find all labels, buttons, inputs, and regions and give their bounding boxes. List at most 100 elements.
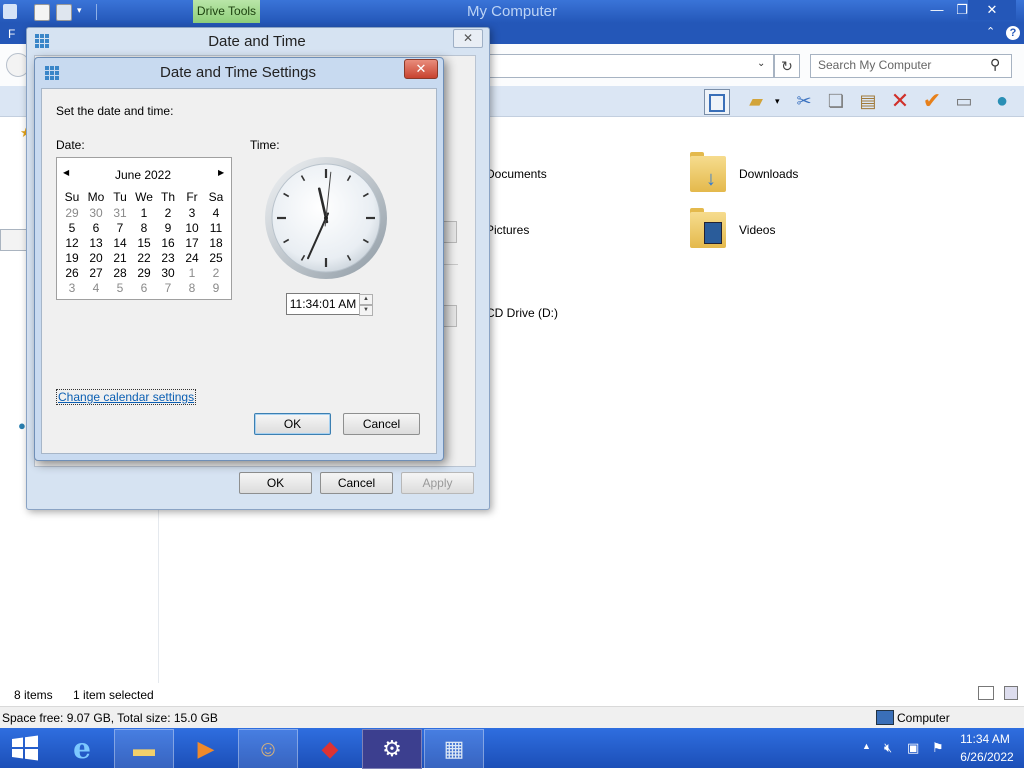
calendar-day[interactable]: 5 [108,281,132,295]
calendar-day[interactable]: 7 [108,221,132,235]
calendar-day[interactable]: 6 [84,221,108,235]
rename-icon[interactable]: ▭ [952,89,976,113]
new-folder-icon[interactable] [56,4,72,21]
network-tray-icon[interactable]: ▣ [907,740,919,756]
paste-icon[interactable]: ▤ [856,89,880,113]
downloads-item[interactable]: Downloads [739,167,798,181]
calendar-day[interactable]: 30 [84,206,108,220]
properties-icon[interactable] [34,4,50,21]
calendar-day[interactable]: 9 [156,221,180,235]
calendar-day[interactable]: 22 [132,251,156,265]
system-menu-icon[interactable] [3,4,17,19]
calendar-day[interactable]: 1 [132,206,156,220]
help-icon[interactable]: ? [1006,26,1020,40]
time-input[interactable]: 11:34:01 AM [286,293,360,315]
calendar-day[interactable]: 31 [108,206,132,220]
calendar-day[interactable]: 3 [180,206,204,220]
change-calendar-settings-link[interactable]: Change calendar settings [56,389,197,405]
settings-gear-icon[interactable]: ⚙ [362,729,422,769]
address-bar[interactable] [480,54,774,78]
date-time-apply-button[interactable]: Apply [401,472,474,494]
settings-cancel-button[interactable]: Cancel [343,413,420,435]
action-center-icon[interactable]: ⚑ [932,740,944,756]
chevron-up-icon[interactable]: ⌃ [986,25,995,38]
preview-pane-icon[interactable] [704,89,730,115]
checkmark-icon[interactable]: ✔ [920,89,944,113]
calendar-day[interactable]: 27 [84,266,108,280]
network-icon[interactable]: ● [18,418,26,433]
calendar-day[interactable]: 15 [132,236,156,250]
search-icon[interactable]: ⚲ [990,56,1000,73]
volume-muted-icon[interactable]: 🔇︎ [884,740,892,756]
calendar-day[interactable]: 14 [108,236,132,250]
folder-check-icon[interactable]: ▰ [744,89,768,113]
calendar-day[interactable]: 24 [180,251,204,265]
calendar-next-icon[interactable]: ▶ [218,168,224,177]
globe-icon[interactable]: ● [990,89,1014,113]
settings-ok-button[interactable]: OK [254,413,331,435]
calendar-day[interactable]: 1 [180,266,204,280]
calendar-day[interactable]: 26 [60,266,84,280]
file-explorer-icon[interactable]: ▬ [114,729,174,769]
date-time-ok-button[interactable]: OK [239,472,312,494]
videos-folder-icon[interactable] [690,208,726,248]
calendar-day[interactable]: 16 [156,236,180,250]
calendar-day[interactable]: 9 [204,281,228,295]
calendar-day[interactable]: 20 [84,251,108,265]
view-dropdown-icon[interactable]: ▾ [775,96,780,107]
time-up-icon[interactable]: ▲ [359,294,373,305]
qat-dropdown-icon[interactable]: ▾ [77,5,82,16]
taskbar-clock-date[interactable]: 6/26/2022 [956,750,1018,764]
address-dropdown-icon[interactable]: ⌄ [757,58,765,69]
settings-close-button[interactable]: ✕ [404,59,438,79]
calendar-day[interactable]: 4 [84,281,108,295]
time-down-icon[interactable]: ▼ [359,305,373,316]
cd-drive-item[interactable]: CD Drive (D:) [486,306,558,320]
drive-tools-tab[interactable]: Drive Tools [193,0,260,23]
calendar-day[interactable]: 8 [180,281,204,295]
time-spinner[interactable]: ▲ ▼ [359,294,373,316]
calendar-day[interactable]: 28 [108,266,132,280]
calendar-day[interactable]: 5 [60,221,84,235]
copy-icon[interactable]: ❏ [824,89,848,113]
calendar-day[interactable]: 11 [204,221,228,235]
start-button[interactable] [0,728,50,768]
calendar-day[interactable]: 19 [60,251,84,265]
calendar-day[interactable]: 12 [60,236,84,250]
calendar-day[interactable]: 8 [132,221,156,235]
calendar-day[interactable]: 13 [84,236,108,250]
calendar-day[interactable]: 29 [60,206,84,220]
cube-app-icon[interactable]: ◆ [300,729,360,769]
show-hidden-icons[interactable]: ▲ [862,741,871,751]
calendar-day[interactable]: 29 [132,266,156,280]
calendar-day[interactable]: 10 [180,221,204,235]
media-player-icon[interactable]: ▶ [176,729,236,769]
date-time-app-icon[interactable]: ▦ [424,729,484,769]
details-view-icon[interactable] [978,686,994,700]
pictures-item[interactable]: Pictures [486,223,529,237]
calendar-day[interactable]: 2 [156,206,180,220]
downloads-folder-icon[interactable]: ↓ [690,152,726,192]
cut-icon[interactable]: ✂ [792,89,816,113]
calendar-day[interactable]: 17 [180,236,204,250]
close-button[interactable]: ✕ [968,0,1016,20]
calendar-day[interactable]: 3 [60,281,84,295]
calendar-day[interactable]: 2 [204,266,228,280]
taskbar-clock-time[interactable]: 11:34 AM [960,732,1010,746]
calendar-day[interactable]: 18 [204,236,228,250]
calendar-day[interactable]: 4 [204,206,228,220]
date-time-close-button[interactable]: ✕ [453,29,483,48]
calendar-day[interactable]: 21 [108,251,132,265]
calendar-day[interactable]: 23 [156,251,180,265]
date-time-cancel-button[interactable]: Cancel [320,472,393,494]
internet-explorer-icon[interactable]: e [52,729,112,769]
calendar-month-title[interactable]: June 2022 [56,168,230,182]
calendar-day[interactable]: 6 [132,281,156,295]
user-app-icon[interactable]: ☺ [238,729,298,769]
refresh-icon[interactable]: ↻ [774,54,800,78]
calendar-day[interactable]: 7 [156,281,180,295]
calendar-day[interactable]: 30 [156,266,180,280]
videos-item[interactable]: Videos [739,223,775,237]
calendar-day[interactable]: 25 [204,251,228,265]
documents-item[interactable]: Documents [486,167,547,181]
